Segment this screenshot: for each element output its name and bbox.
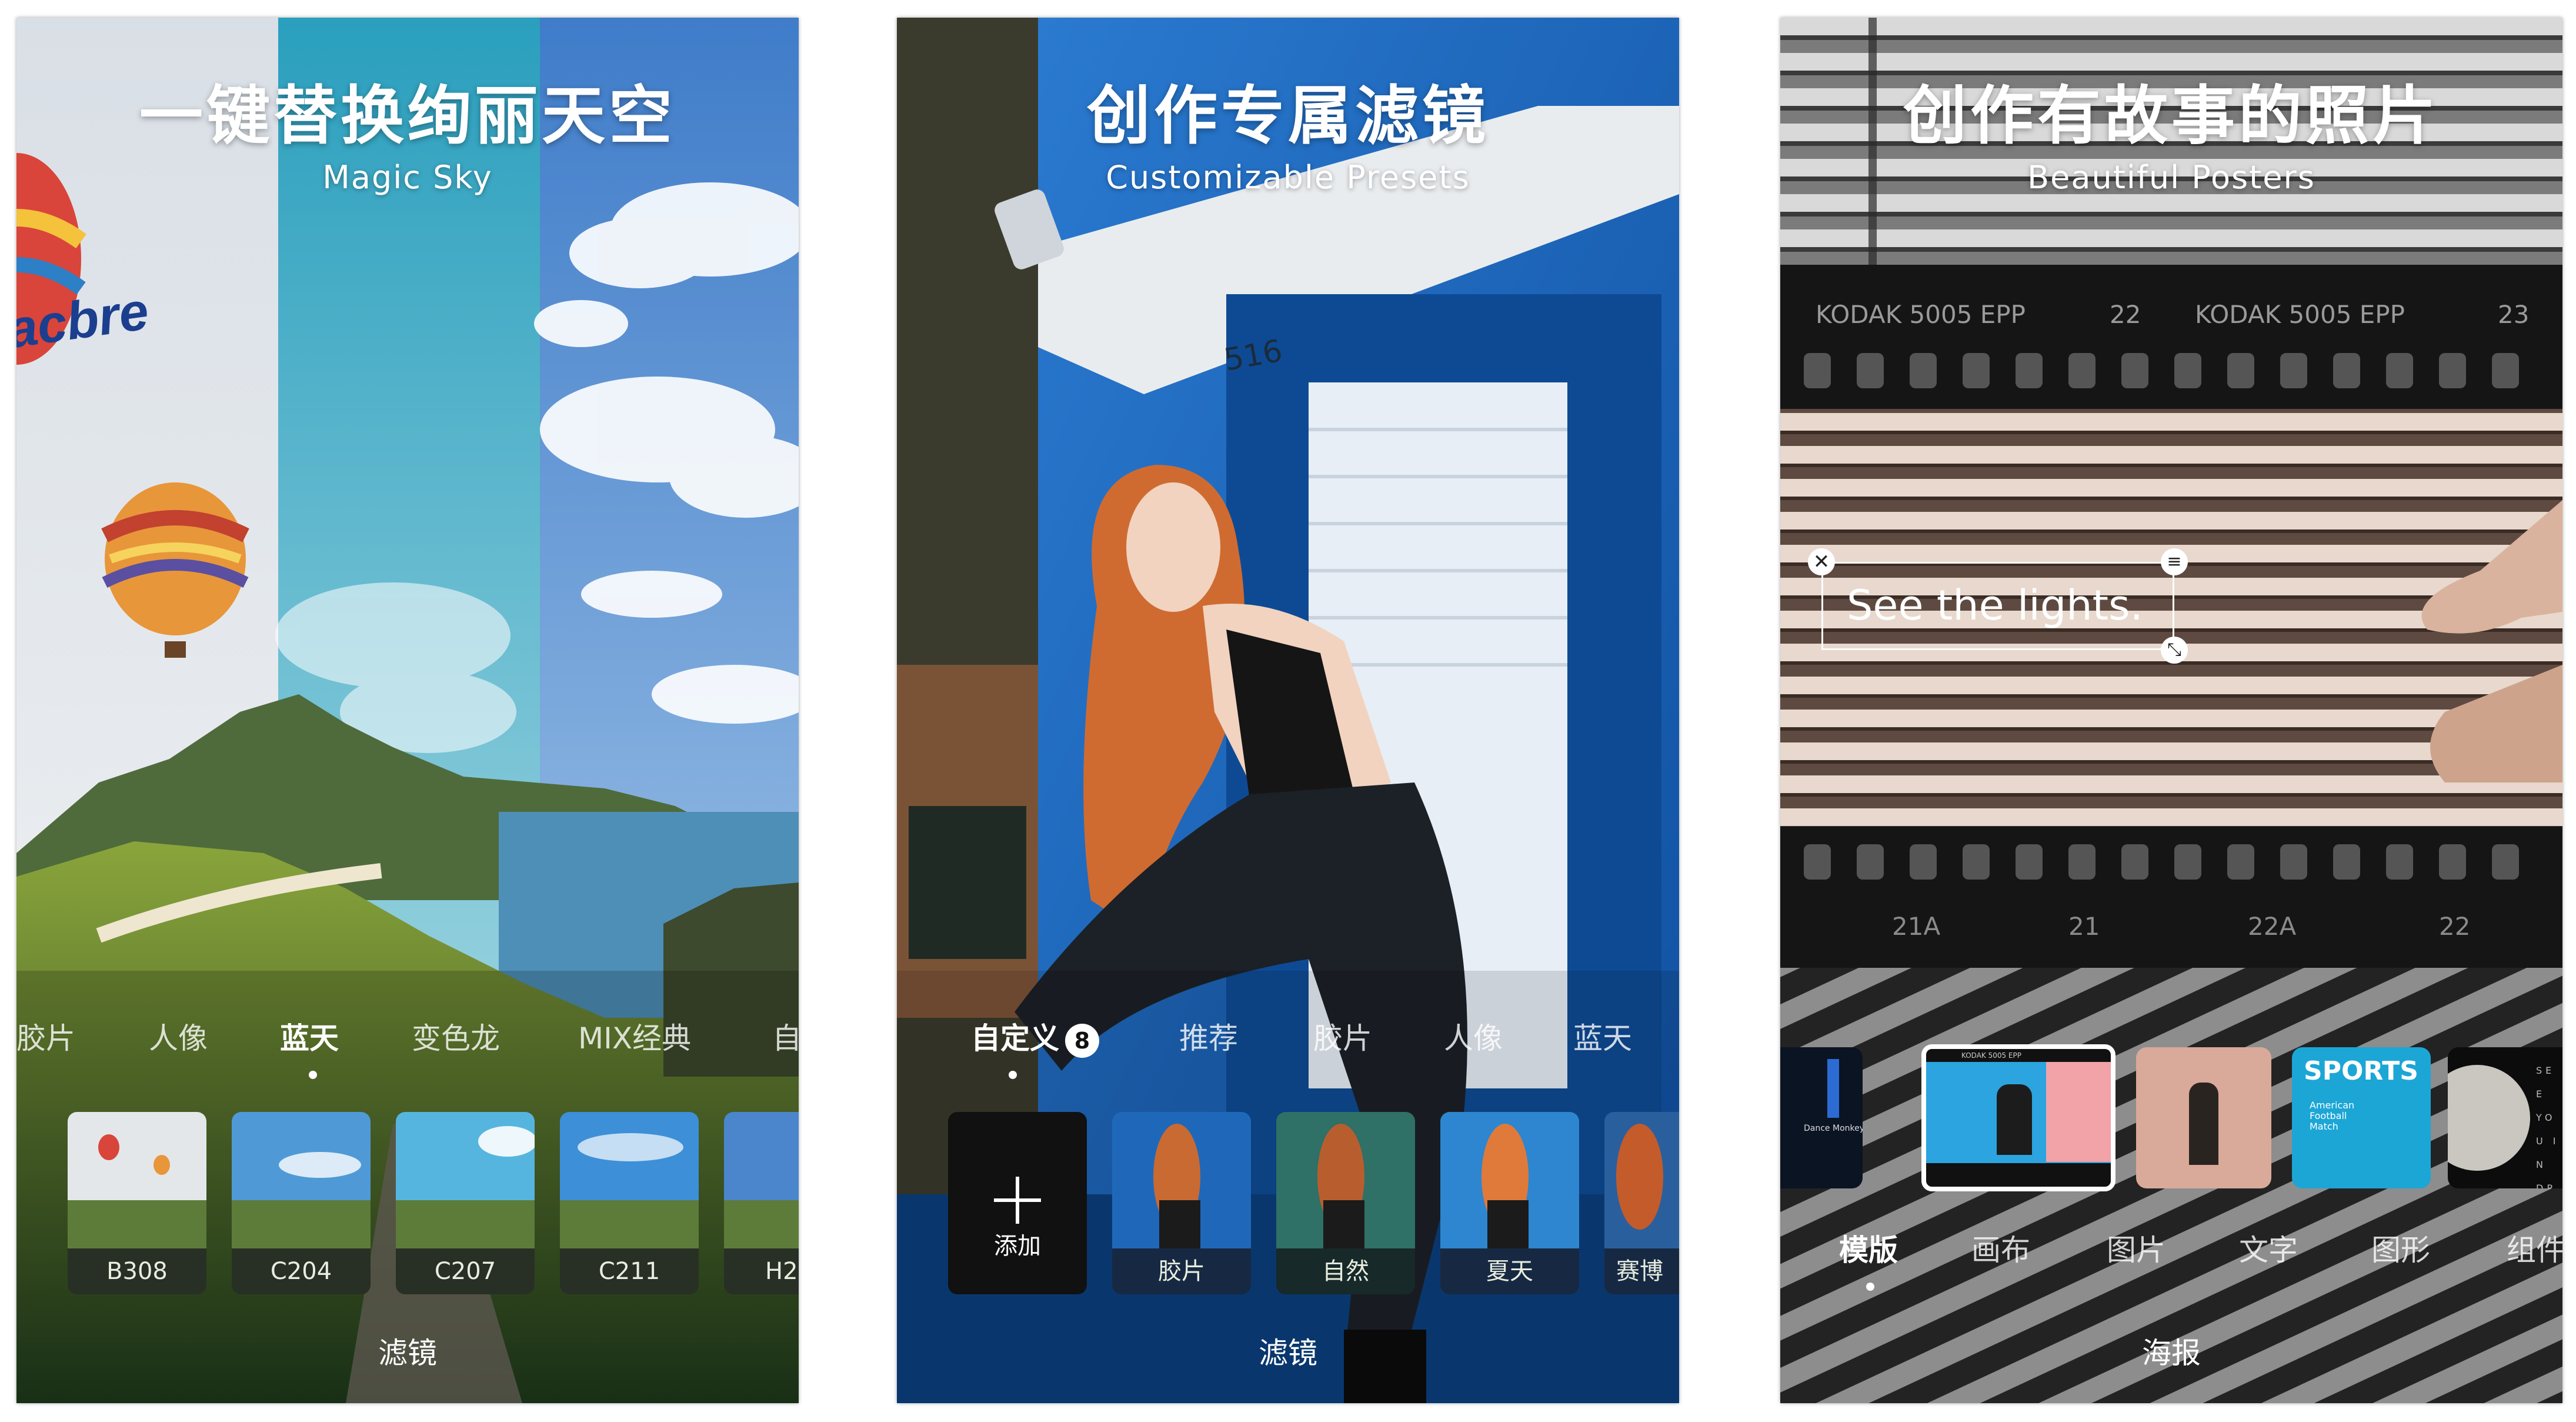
film-frame-number: 22: [2439, 912, 2471, 941]
filter-preview: [68, 1112, 206, 1248]
tab-portrait[interactable]: 人像: [149, 1015, 208, 1057]
filter-label: B308: [68, 1248, 206, 1294]
preset-thumb[interactable]: 自然: [1276, 1112, 1415, 1294]
tab-image[interactable]: 图片: [2107, 1227, 2165, 1269]
preset-thumb[interactable]: 夏天: [1440, 1112, 1579, 1294]
film-frame-number: 22: [2110, 300, 2141, 329]
tab-canvas[interactable]: 画布: [1971, 1227, 2030, 1269]
tab-template[interactable]: 模版: [1839, 1227, 1898, 1269]
filter-preview: [724, 1112, 799, 1248]
custom-count-badge: 8: [1065, 1023, 1099, 1058]
tab-film[interactable]: 胶片: [1313, 1015, 1372, 1057]
preset-category-tabs: 自定义 8 推荐 胶片 人像 蓝天: [897, 1015, 1679, 1062]
filter-label: C211: [560, 1248, 699, 1294]
filter-thumb[interactable]: B308: [68, 1112, 206, 1294]
template-thumb[interactable]: SPORTS American Football Match: [2292, 1047, 2431, 1188]
tab-film[interactable]: 胶片: [16, 1015, 75, 1057]
tab-portrait[interactable]: 人像: [1444, 1015, 1503, 1057]
film-frame-number: 22A: [2248, 912, 2297, 941]
poster-tool-tabs: 模版 画布 图片 文字 图形 组件: [1780, 1227, 2562, 1274]
filter-preview: [560, 1112, 699, 1248]
add-label: 添加: [994, 1233, 1041, 1260]
tab-chameleon[interactable]: 变色龙: [412, 1015, 500, 1057]
page-subtitle: Beautiful Posters: [2027, 159, 2315, 196]
preset-thumb[interactable]: 胶片: [1112, 1112, 1251, 1294]
template-dance-label: Dance Monkey: [1804, 1124, 1863, 1133]
filter-thumb[interactable]: C207: [396, 1112, 535, 1294]
resize-handle-icon[interactable]: ⤡: [2161, 637, 2188, 664]
preset-preview: [1604, 1112, 1679, 1248]
preset-thumb[interactable]: 赛博: [1604, 1112, 1679, 1294]
template-sports-title: SPORTS: [2304, 1056, 2418, 1086]
film-code: KODAK 5005 EPP: [2195, 300, 2405, 329]
menu-icon[interactable]: ≡: [2161, 548, 2188, 575]
template-thumb-selected[interactable]: KODAK 5005 EPP: [1921, 1044, 2115, 1191]
bottom-caption: 滤镜: [378, 1336, 437, 1370]
page-title: 一键替换绚丽天空: [139, 79, 676, 153]
overlay-text[interactable]: See the lights.: [1847, 581, 2143, 630]
bottom-caption: 海报: [2142, 1336, 2201, 1370]
preset-label: 胶片: [1112, 1248, 1251, 1294]
template-kodak-label: KODAK 5005 EPP: [1926, 1049, 2111, 1062]
active-tab-indicator: [1866, 1283, 1874, 1291]
bottom-caption: 滤镜: [1259, 1336, 1317, 1370]
film-frame-number: 23: [2498, 300, 2530, 329]
tab-blue-sky[interactable]: 蓝天: [280, 1015, 339, 1057]
filter-category-tabs: 胶片 人像 蓝天 变色龙 MIX经典 自: [16, 1015, 799, 1062]
preset-preview: [1112, 1112, 1251, 1248]
page-subtitle: Magic Sky: [322, 159, 493, 196]
filter-label: C207: [396, 1248, 535, 1294]
template-sports-subtitle: American Football Match: [2310, 1100, 2355, 1132]
filter-preview: [232, 1112, 371, 1248]
template-thumb[interactable]: Dance Monkey: [1780, 1047, 1863, 1188]
template-thumb[interactable]: [2136, 1047, 2271, 1188]
tab-recommended[interactable]: 推荐: [1179, 1015, 1238, 1057]
tab-component[interactable]: 组件: [2507, 1227, 2562, 1269]
filter-preview: [396, 1112, 535, 1248]
text-overlay-box[interactable]: See the lights.: [1821, 562, 2174, 650]
custom-presets-panel: 516 创作专属滤镜 Customizable Presets 自定义 8 推荐 …: [897, 18, 1679, 1403]
magic-sky-panel: acbre 一键替换绚丽天空 Magic Sky 胶片 人像 蓝天 变色龙 MI…: [16, 18, 799, 1403]
close-icon[interactable]: ✕: [1808, 548, 1835, 575]
blinds-photo: [1780, 18, 2562, 1403]
template-thumb[interactable]: SEE YOU IN DREAMS: [2448, 1047, 2562, 1188]
film-code: KODAK 5005 EPP: [1816, 300, 2026, 329]
posters-panel: 创作有故事的照片 Beautiful Posters KODAK 5005 EP…: [1780, 18, 2562, 1403]
tab-blue-sky[interactable]: 蓝天: [1573, 1015, 1632, 1057]
preset-label: 赛博: [1604, 1248, 1679, 1294]
tab-shape[interactable]: 图形: [2371, 1227, 2430, 1269]
filter-label: C204: [232, 1248, 371, 1294]
tab-mix-classic[interactable]: MIX经典: [578, 1015, 691, 1057]
page-title: 创作有故事的照片: [1903, 79, 2440, 153]
active-tab-indicator: [1009, 1071, 1017, 1079]
page-title: 创作专属滤镜: [1086, 79, 1489, 153]
film-frame-number: 21A: [1892, 912, 1941, 941]
film-frame-number: 21: [2068, 912, 2100, 941]
tab-custom[interactable]: 自定义 8: [971, 1015, 1099, 1058]
tab-text[interactable]: 文字: [2239, 1227, 2298, 1269]
tab-custom-label: 自定义: [971, 1021, 1059, 1055]
template-moon-text: SEE YOU IN DREAMS: [2536, 1065, 2560, 1188]
preset-label: 自然: [1276, 1248, 1415, 1294]
filter-thumb[interactable]: H2: [724, 1112, 799, 1294]
tab-more[interactable]: 自: [772, 1015, 799, 1057]
filter-thumb[interactable]: C211: [560, 1112, 699, 1294]
preset-preview: [1440, 1112, 1579, 1248]
preset-label: 夏天: [1440, 1248, 1579, 1294]
filter-thumb[interactable]: C204: [232, 1112, 371, 1294]
add-preset-button[interactable]: 添加: [948, 1112, 1087, 1294]
filter-label: H2: [724, 1248, 799, 1294]
preset-preview: [1276, 1112, 1415, 1248]
page-subtitle: Customizable Presets: [1106, 159, 1470, 196]
active-tab-indicator: [309, 1071, 317, 1079]
